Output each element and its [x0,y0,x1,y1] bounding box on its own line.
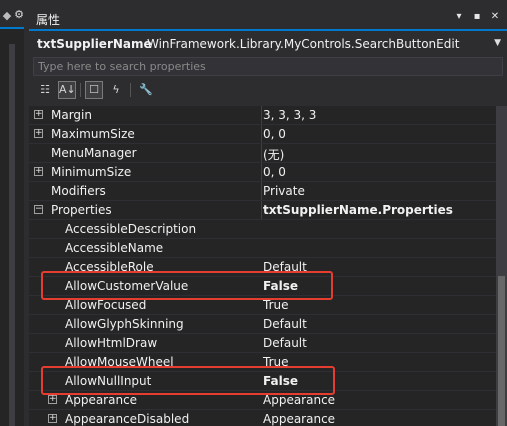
property-row[interactable]: − Properties txtSupplierName.Properties [29,201,496,220]
property-name: MenuManager [51,146,137,160]
object-selector[interactable]: txtSupplierName WinFramework.Library.MyC… [29,33,507,55]
property-row[interactable]: AccessibleDescription [29,220,496,239]
collapse-icon[interactable]: − [34,205,43,214]
property-name: MinimumSize [51,165,132,179]
tool-window-icon[interactable]: ◆ [2,10,12,22]
property-row[interactable]: MenuManager (无) [29,144,496,163]
search-input[interactable] [34,58,502,75]
properties-titlebar: 属性 ▾ ▪ ✕ [29,0,507,33]
property-name: AppearanceDisabled [65,412,190,426]
left-scrollbar[interactable] [9,44,15,426]
expand-icon[interactable]: + [34,129,43,138]
property-name: MaximumSize [51,127,135,141]
property-name: AllowFocused [65,298,147,312]
property-value[interactable]: Default [263,336,307,350]
property-value[interactable]: (无) [263,146,284,163]
highlight-box-allownullinput [41,366,335,395]
categorized-icon[interactable]: ☷ [36,81,54,99]
left-dock-strip: ◆ ⚙ [0,0,29,426]
property-name: Modifiers [51,184,106,198]
property-name: AllowHtmlDraw [65,336,158,350]
property-name: Appearance [65,393,138,407]
properties-icon[interactable]: ☐ [85,81,103,99]
property-value[interactable]: Appearance [263,393,335,407]
property-row[interactable]: AllowGlyphSkinning Default [29,315,496,334]
alphabetical-icon[interactable]: A↓ [58,81,76,99]
window-position-icon[interactable]: ▾ [453,11,465,23]
property-pages-icon[interactable]: 🔧 [137,81,155,99]
gear-icon[interactable]: ⚙ [13,9,25,21]
events-icon[interactable]: ϟ [107,81,125,99]
property-name: AccessibleName [65,241,164,255]
search-box[interactable] [33,57,503,76]
property-row[interactable]: AccessibleName [29,239,496,258]
property-value[interactable]: 0, 0 [263,127,286,141]
property-value[interactable]: 0, 0 [263,165,286,179]
object-name: txtSupplierName [37,37,152,51]
property-name: Properties [51,203,112,217]
properties-toolbar: ☷ A↓ ☐ ϟ 🔧 [33,80,503,102]
expand-icon[interactable]: + [34,110,43,119]
property-row[interactable]: + MaximumSize 0, 0 [29,125,496,144]
highlight-box-allowcustomervalue [41,271,333,300]
property-name: Margin [51,108,92,122]
scrollbar-thumb[interactable] [498,276,505,426]
vertical-scrollbar[interactable] [496,106,507,426]
properties-window: 属性 ▾ ▪ ✕ txtSupplierName WinFramework.Li… [29,0,507,426]
expand-icon[interactable]: + [48,414,57,423]
property-value[interactable]: Appearance [263,412,335,426]
titlebar-accent-bar [29,29,507,31]
close-icon[interactable]: ✕ [489,11,501,23]
property-value[interactable]: 3, 3, 3, 3 [263,108,316,122]
chevron-down-icon[interactable]: ▼ [494,38,501,48]
property-row[interactable]: + MinimumSize 0, 0 [29,163,496,182]
panel-title: 属性 [36,13,61,27]
property-row[interactable]: Modifiers Private [29,182,496,201]
object-type: WinFramework.Library.MyControls.SearchBu… [147,37,460,51]
property-value[interactable]: True [263,298,289,312]
pin-icon[interactable]: ▪ [471,11,483,23]
property-row[interactable]: + Margin 3, 3, 3, 3 [29,106,496,125]
property-name: AllowGlyphSkinning [65,317,184,331]
property-row[interactable]: + AppearanceDisabled Appearance [29,410,496,426]
property-value[interactable]: Default [263,317,307,331]
expand-icon[interactable]: + [48,395,57,404]
property-value[interactable]: Private [263,184,305,198]
property-name: AccessibleDescription [65,222,197,236]
property-value[interactable]: txtSupplierName.Properties [263,203,453,217]
toolbar-separator [130,83,131,97]
toolbar-separator [80,83,81,97]
expand-icon[interactable]: + [34,167,43,176]
property-row[interactable]: AllowHtmlDraw Default [29,334,496,353]
